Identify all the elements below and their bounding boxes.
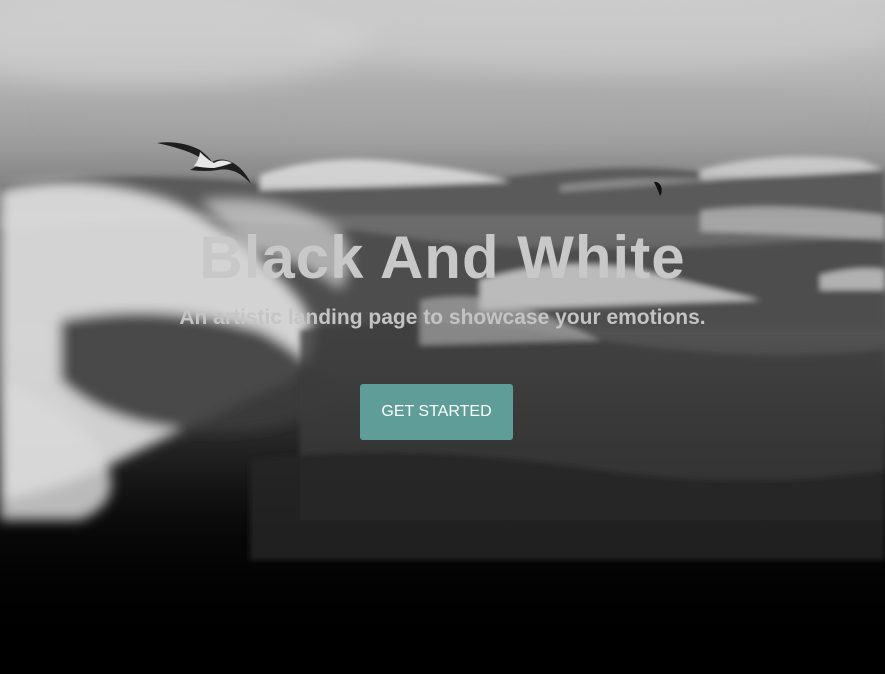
hero-subtitle: An artistic landing page to showcase you… [179, 306, 706, 329]
hero-title: Black And White [199, 224, 686, 291]
hero-section: Black And White An artistic landing page… [0, 0, 885, 674]
hero-content: Black And White An artistic landing page… [0, 0, 885, 674]
get-started-button[interactable]: GET STARTED [360, 384, 513, 440]
